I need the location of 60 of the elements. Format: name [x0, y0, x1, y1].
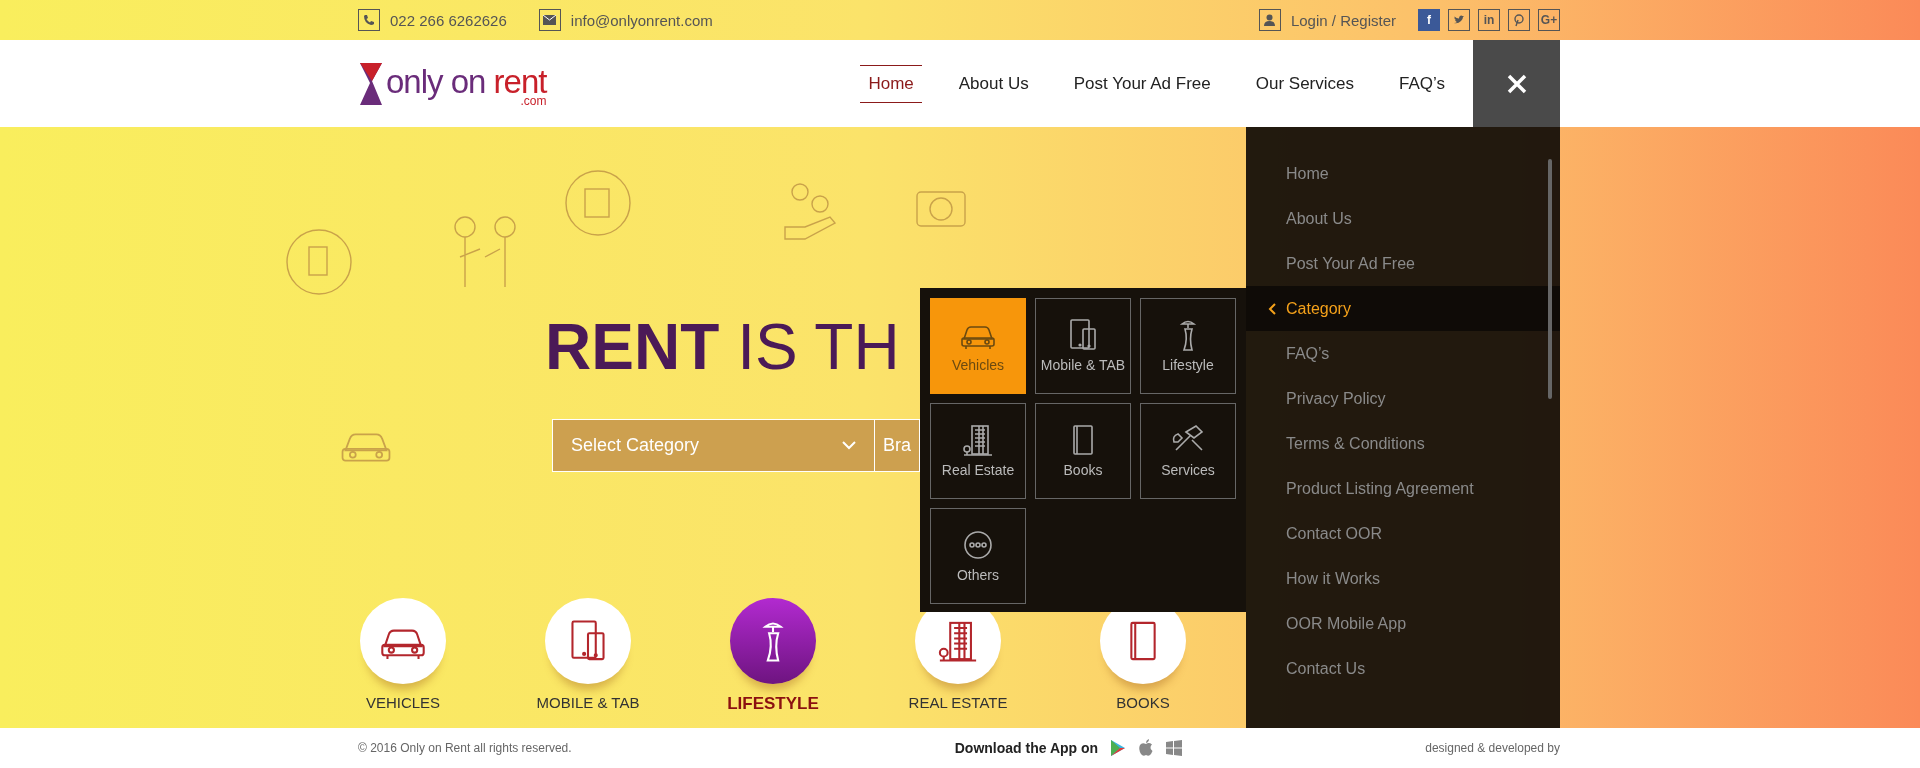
menu-item[interactable]: FAQ’s [1246, 331, 1560, 376]
menu-item[interactable]: OOR Mobile App [1246, 601, 1560, 646]
category-tile[interactable]: Services [1140, 403, 1236, 499]
close-icon [1506, 73, 1527, 94]
category-tile[interactable]: Vehicles [930, 298, 1026, 394]
menu-item[interactable]: Contact OOR [1246, 511, 1560, 556]
menu-item[interactable]: Home [1246, 151, 1560, 196]
social-link[interactable]: f [1418, 9, 1440, 31]
phone-number: 022 266 6262626 [390, 11, 507, 29]
category-label[interactable]: LIFESTYLE [727, 694, 819, 714]
chevron-left-icon [1268, 302, 1276, 315]
user-icon [1258, 9, 1281, 31]
category-button[interactable] [730, 598, 816, 684]
menu-item[interactable]: Terms & Conditions [1246, 421, 1560, 466]
category-button[interactable] [545, 598, 631, 684]
site-logo[interactable]: only on rent .com [358, 60, 547, 107]
social-link[interactable]: in [1478, 9, 1500, 31]
menu-item[interactable]: About Us [1246, 196, 1560, 241]
category-label[interactable]: MOBILE & TAB [536, 694, 640, 711]
play-store-icon[interactable] [1110, 739, 1127, 757]
scrollbar[interactable] [1548, 159, 1552, 399]
nav-link[interactable]: About Us [950, 65, 1037, 102]
menu-item[interactable]: Product Listing Agreement [1246, 466, 1560, 511]
chevron-down-icon [842, 441, 856, 450]
nav-link[interactable]: Post Your Ad Free [1065, 65, 1219, 102]
windows-icon[interactable] [1166, 740, 1183, 756]
category-tile[interactable]: Mobile & TAB [1035, 298, 1131, 394]
hero-heading: IS TH [737, 315, 900, 379]
category-tile[interactable]: Others [930, 508, 1026, 604]
menu-item[interactable]: Contact Us [1246, 646, 1560, 691]
brand-field[interactable]: Bra [875, 419, 920, 472]
hero-heading-bold: RENT [545, 315, 720, 379]
apple-icon[interactable] [1138, 739, 1155, 757]
credit-text: designed & developed by [1425, 741, 1560, 755]
copyright-text: © 2016 Only on Rent all rights reserved. [358, 741, 572, 755]
menu-item[interactable]: How it Works [1246, 556, 1560, 601]
mail-icon [538, 9, 561, 31]
pin-icon[interactable] [1508, 9, 1530, 31]
category-label[interactable]: REAL ESTATE [908, 694, 1008, 711]
login-link[interactable]: Login / Register [1290, 11, 1396, 29]
nav-link[interactable]: Our Services [1247, 65, 1362, 102]
category-label[interactable]: VEHICLES [365, 694, 441, 711]
category-tile[interactable]: Books [1035, 403, 1131, 499]
close-button[interactable] [1473, 40, 1560, 127]
menu-item[interactable]: Post Your Ad Free [1246, 241, 1560, 286]
phone-icon [358, 9, 380, 31]
hourglass-icon [358, 60, 384, 107]
category-label[interactable]: BOOKS [1116, 694, 1170, 711]
bird-icon[interactable] [1448, 9, 1470, 31]
category-tile[interactable]: Lifestyle [1140, 298, 1236, 394]
email-address: info@onlyonrent.com [570, 11, 713, 29]
building-icon [961, 423, 995, 458]
category-button[interactable] [360, 598, 446, 684]
menu-item[interactable]: Category [1246, 286, 1560, 331]
category-tile[interactable]: Real Estate [930, 403, 1026, 499]
download-label: Download the App on [954, 740, 1099, 756]
nav-link[interactable]: Home [860, 64, 922, 103]
menu-item[interactable]: Privacy Policy [1246, 376, 1560, 421]
nav-link[interactable]: FAQ’s [1391, 65, 1453, 102]
social-link[interactable]: G+ [1538, 9, 1560, 31]
